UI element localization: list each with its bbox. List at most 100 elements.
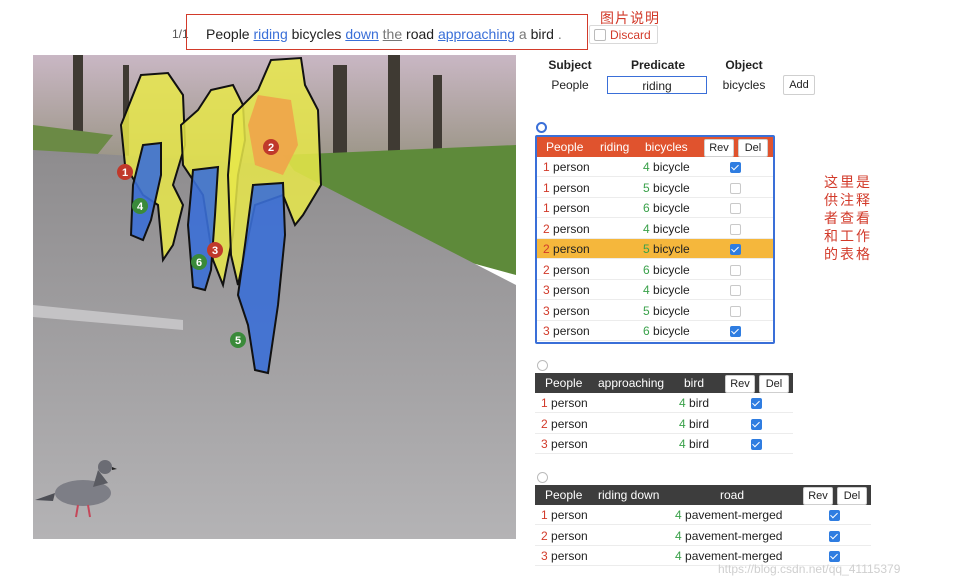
table-3-predicate-header: riding down bbox=[598, 488, 660, 502]
object-label: pavement-merged bbox=[685, 549, 783, 563]
person-marker-2[interactable]: 2 bbox=[263, 139, 279, 155]
row-checkbox[interactable] bbox=[751, 418, 762, 430]
row-checkbox[interactable] bbox=[730, 162, 741, 173]
subject-index: 1 bbox=[543, 180, 550, 195]
object-index: 4 bbox=[675, 549, 682, 563]
row-checkbox[interactable] bbox=[730, 203, 741, 214]
table-3-del-button[interactable]: Del bbox=[837, 487, 867, 505]
subject-label: person bbox=[553, 160, 590, 174]
discard-checkbox[interactable] bbox=[594, 28, 606, 41]
object-label: bicycle bbox=[653, 262, 690, 277]
table-3-header: People riding down road Rev Del bbox=[535, 485, 871, 505]
table-2-subject-header: People bbox=[545, 376, 583, 390]
subject-index: 1 bbox=[543, 160, 550, 174]
table-row[interactable]: 3 person 4 bicycle bbox=[537, 280, 773, 300]
caption-word: bicycles bbox=[291, 26, 342, 42]
table-1-radio[interactable] bbox=[536, 122, 547, 133]
discard-label: Discard bbox=[610, 27, 651, 42]
table-2-rev-button[interactable]: Rev bbox=[725, 375, 755, 393]
row-checkbox[interactable] bbox=[730, 285, 741, 296]
table-row[interactable]: 1 person 6 bicycle bbox=[537, 198, 773, 218]
table-3-rev-button[interactable]: Rev bbox=[803, 487, 833, 505]
row-checkbox[interactable] bbox=[751, 398, 762, 409]
object-label: bicycle bbox=[653, 283, 690, 297]
table-2-radio[interactable] bbox=[537, 360, 548, 371]
object-index: 4 bbox=[643, 283, 650, 297]
table-row[interactable]: 3 person 5 bicycle bbox=[537, 301, 773, 321]
person-marker-3[interactable]: 3 bbox=[207, 242, 223, 258]
caption-word[interactable]: down bbox=[345, 26, 378, 42]
subject-input[interactable]: People bbox=[538, 76, 602, 94]
table-3-radio[interactable] bbox=[537, 472, 548, 483]
watermark: https://blog.csdn.net/qq_41115379 bbox=[718, 562, 901, 576]
table-row[interactable]: 1 person 4 bicycle bbox=[537, 157, 773, 177]
object-index: 4 bbox=[679, 416, 686, 431]
object-label: bicycle bbox=[653, 324, 690, 338]
svg-text:6: 6 bbox=[196, 257, 202, 269]
object-input[interactable]: bicycles bbox=[712, 76, 776, 94]
subject-label: person bbox=[553, 324, 590, 338]
table-row[interactable]: 3 person 4 bird bbox=[535, 434, 793, 454]
table-1-rev-button[interactable]: Rev bbox=[704, 139, 734, 157]
object-label: bicycle bbox=[653, 180, 690, 195]
object-index: 4 bbox=[643, 160, 650, 174]
subject-header: Subject bbox=[548, 58, 592, 72]
object-label: bicycle bbox=[653, 160, 690, 174]
table-row[interactable]: 1 person 5 bicycle bbox=[537, 178, 773, 198]
subject-label: person bbox=[551, 528, 588, 543]
table-3-subject-header: People bbox=[545, 488, 583, 502]
subject-label: person bbox=[553, 201, 590, 215]
bicycle-marker-4[interactable]: 4 bbox=[132, 198, 148, 214]
table-row[interactable]: 1 person 4 bird bbox=[535, 393, 793, 413]
object-label: bicycle bbox=[653, 242, 690, 256]
table-1-subject-header: People bbox=[546, 140, 584, 154]
object-label: bird bbox=[689, 396, 710, 410]
row-checkbox[interactable] bbox=[751, 439, 762, 450]
table-row[interactable]: 2 person 4 bird bbox=[535, 414, 793, 434]
object-label: bicycle bbox=[653, 303, 690, 318]
bicycle-marker-6[interactable]: 6 bbox=[191, 254, 207, 270]
person-marker-1[interactable]: 1 bbox=[117, 164, 133, 180]
subject-index: 2 bbox=[543, 242, 550, 256]
subject-index: 3 bbox=[541, 437, 548, 451]
subject-index: 1 bbox=[541, 508, 548, 522]
predicate-input[interactable]: riding bbox=[607, 76, 707, 94]
object-index: 5 bbox=[643, 180, 650, 195]
subject-label: person bbox=[551, 396, 588, 410]
bicycle-marker-5[interactable]: 5 bbox=[230, 332, 246, 348]
object-index: 6 bbox=[643, 201, 650, 215]
row-checkbox[interactable] bbox=[730, 244, 741, 255]
relation-table-3: People riding down road Rev Del 1 person… bbox=[535, 485, 871, 571]
add-button[interactable]: Add bbox=[783, 75, 815, 95]
caption-word: . bbox=[557, 26, 562, 42]
caption-word[interactable]: the bbox=[383, 26, 402, 42]
subject-index: 2 bbox=[543, 262, 550, 277]
table-row[interactable]: 2 person 5 bicycle bbox=[537, 239, 773, 259]
table-row[interactable]: 1 person 4 pavement-merged bbox=[535, 505, 871, 525]
table-row[interactable]: 2 person 4 bicycle bbox=[537, 219, 773, 239]
row-checkbox[interactable] bbox=[829, 551, 840, 562]
row-checkbox[interactable] bbox=[829, 530, 840, 542]
row-checkbox[interactable] bbox=[730, 264, 741, 276]
row-checkbox[interactable] bbox=[730, 182, 741, 194]
row-checkbox[interactable] bbox=[829, 510, 840, 521]
object-label: bird bbox=[689, 437, 710, 451]
caption-word[interactable]: riding bbox=[253, 26, 287, 42]
caption-word[interactable]: approaching bbox=[438, 26, 515, 42]
object-label: bicycle bbox=[653, 221, 690, 236]
table-2-del-button[interactable]: Del bbox=[759, 375, 789, 393]
annotated-photo[interactable]: 1 2 3 4 5 6 bbox=[33, 55, 516, 539]
row-checkbox[interactable] bbox=[730, 326, 741, 337]
row-checkbox[interactable] bbox=[730, 223, 741, 235]
svg-text:1: 1 bbox=[122, 167, 128, 179]
table-row[interactable]: 2 person 4 pavement-merged bbox=[535, 526, 871, 546]
table-1-del-button[interactable]: Del bbox=[738, 139, 768, 157]
annotation-caption-note: 图片说明 bbox=[600, 11, 660, 27]
row-checkbox[interactable] bbox=[730, 305, 741, 317]
table-2-predicate-header: approaching bbox=[598, 376, 665, 390]
subject-label: person bbox=[553, 180, 590, 195]
subject-index: 3 bbox=[543, 324, 550, 338]
table-row[interactable]: 3 person 6 bicycle bbox=[537, 321, 773, 341]
object-index: 4 bbox=[675, 508, 682, 522]
table-row[interactable]: 2 person 6 bicycle bbox=[537, 260, 773, 280]
